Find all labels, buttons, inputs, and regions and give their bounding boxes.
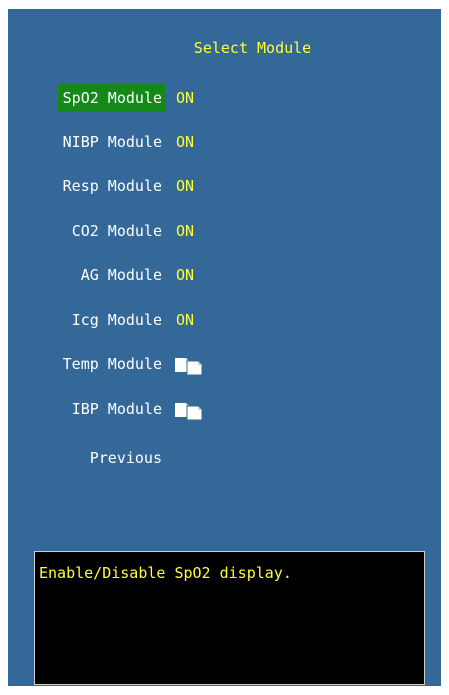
dialog-title: Select Module	[193, 39, 312, 57]
module-item-label: SpO2 Module	[57, 84, 165, 112]
module-status: ON	[176, 266, 195, 284]
module-item-ibp[interactable]: IBP Module	[8, 395, 308, 423]
copy-pages-icon	[175, 358, 203, 376]
module-status: ON	[176, 222, 195, 240]
copy-pages-icon	[175, 403, 203, 421]
module-item-co2[interactable]: CO2 Module ON	[8, 217, 308, 245]
help-text: Enable/Disable SpO2 display.	[39, 564, 292, 582]
module-status: ON	[176, 311, 195, 329]
select-module-dialog: Select Module SpO2 Module ON NIBP Module…	[8, 9, 441, 686]
previous-label: Previous	[89, 449, 162, 467]
module-status: ON	[176, 133, 195, 151]
previous-button[interactable]: Previous	[8, 444, 308, 472]
module-status: ON	[176, 89, 195, 107]
module-item-spo2[interactable]: SpO2 Module ON	[8, 84, 308, 112]
module-item-icg[interactable]: Icg Module ON	[8, 306, 308, 334]
module-item-resp[interactable]: Resp Module ON	[8, 172, 308, 200]
module-item-label: Temp Module	[62, 355, 162, 373]
module-item-label: Icg Module	[71, 311, 162, 329]
module-item-label: Resp Module	[62, 177, 162, 195]
module-item-label: NIBP Module	[62, 133, 162, 151]
module-item-label: CO2 Module	[71, 222, 162, 240]
module-item-nibp[interactable]: NIBP Module ON	[8, 128, 308, 156]
module-item-label: IBP Module	[71, 400, 162, 418]
module-item-label: AG Module	[80, 266, 162, 284]
module-status: ON	[176, 177, 195, 195]
module-item-temp[interactable]: Temp Module	[8, 350, 308, 378]
help-text-box: Enable/Disable SpO2 display.	[34, 551, 425, 685]
module-item-ag[interactable]: AG Module ON	[8, 261, 308, 289]
